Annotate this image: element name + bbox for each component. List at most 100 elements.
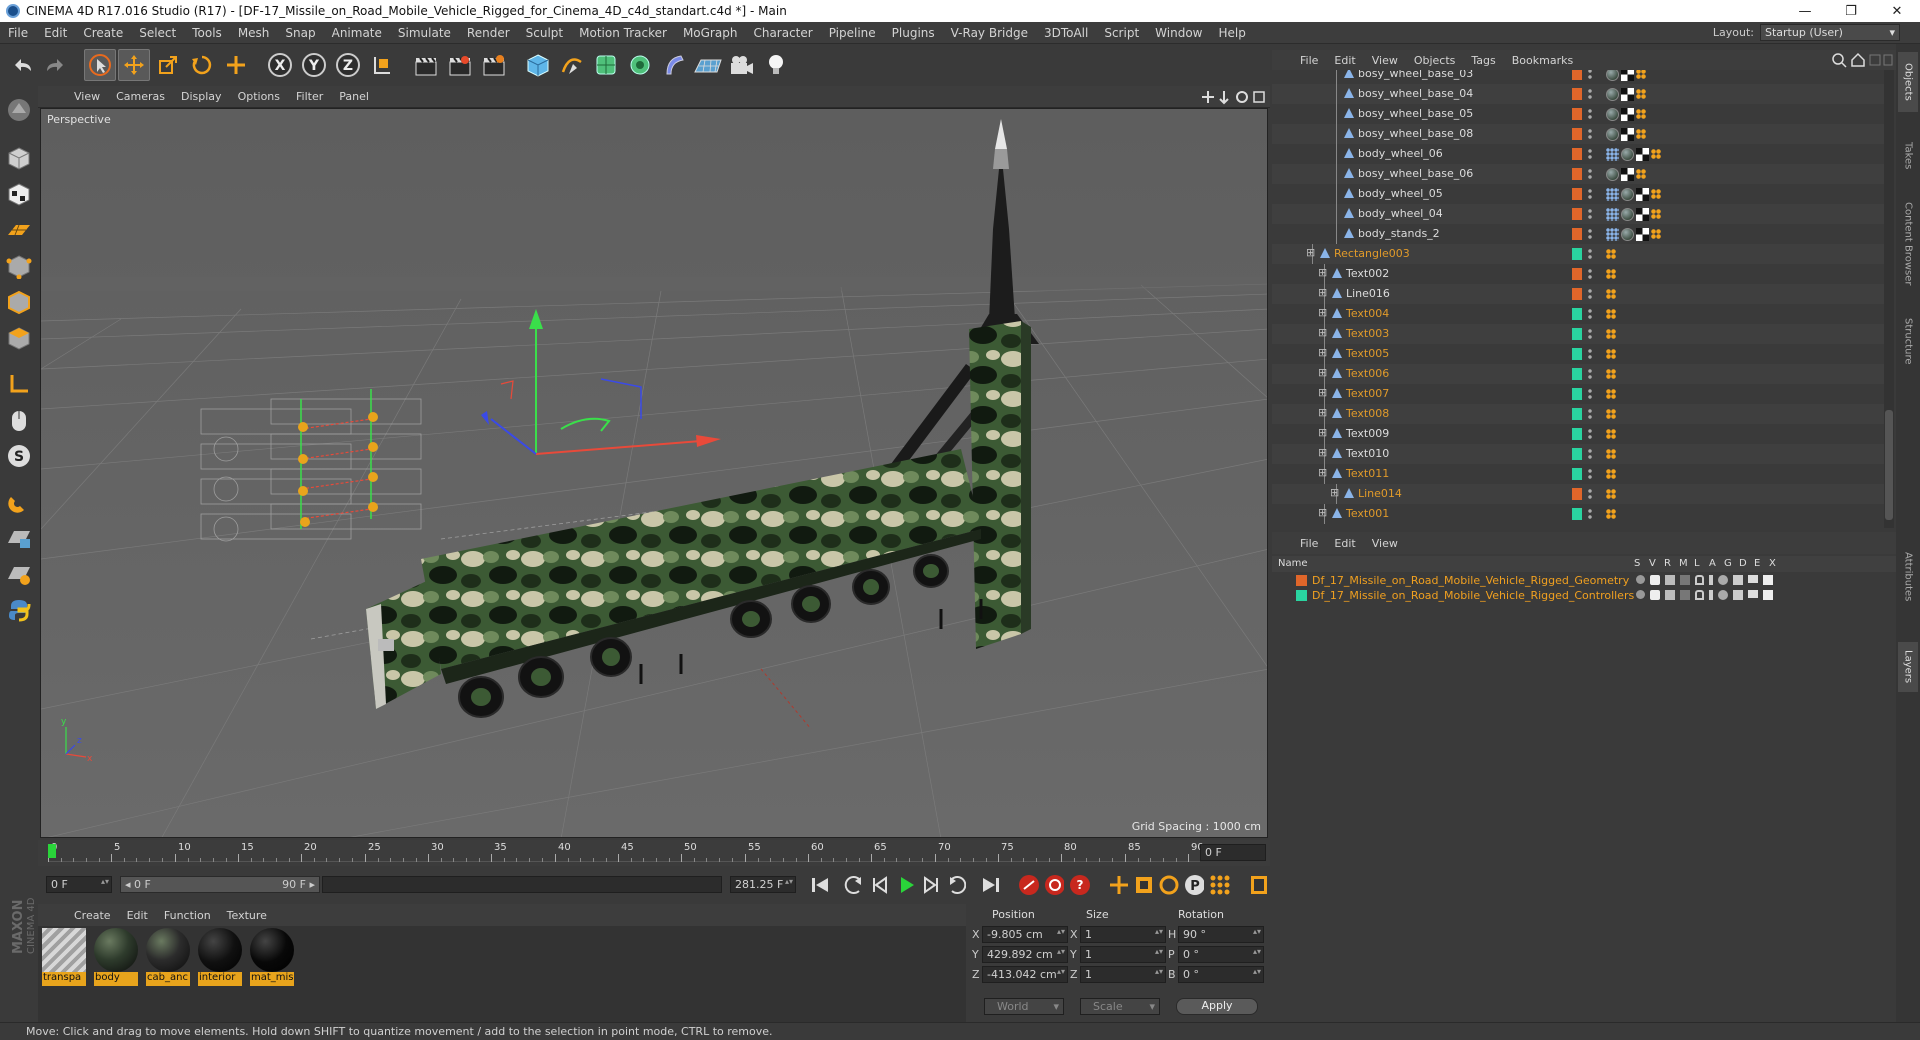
object-row[interactable]: ⊞ Rectangle003 [1272,244,1884,264]
object-menu-file[interactable]: File [1292,54,1326,67]
go-to-end-icon[interactable] [979,873,1000,897]
position-key-icon[interactable] [1107,873,1128,897]
spline-pen-button[interactable] [556,49,588,81]
object-manager-scrollbar[interactable] [1884,70,1894,528]
lock-workplane-button[interactable] [3,522,35,554]
expand-toggle-icon[interactable]: ⊞ [1318,446,1327,459]
menu-script[interactable]: Script [1096,26,1147,40]
visibility-dots-icon[interactable] [1588,428,1592,440]
layer-column-m[interactable]: M [1679,558,1688,569]
magnet-button[interactable] [3,486,35,518]
size-mode-dropdown[interactable]: Scale ▾ [1080,998,1160,1015]
object-row[interactable]: body_stands_2 [1272,224,1884,244]
timeline-window-icon[interactable] [1247,873,1268,897]
x-axis-lock-button[interactable]: X [264,49,296,81]
layer-column-d[interactable]: D [1739,558,1747,569]
menu-render[interactable]: Render [459,26,518,40]
menu-tools[interactable]: Tools [184,26,230,40]
rotation-key-icon[interactable] [1157,873,1179,897]
visibility-dots-icon[interactable] [1588,70,1592,80]
snap-button[interactable]: S [3,440,35,472]
render-to-picture-viewer-button[interactable] [444,49,476,81]
material-menu-function[interactable]: Function [156,909,219,922]
material-interior[interactable]: interior [198,928,242,986]
layer-row[interactable]: Df_17_Missile_on_Road_Mobile_Vehicle_Rig… [1272,589,1884,603]
menu-window[interactable]: Window [1147,26,1210,40]
expand-toggle-icon[interactable]: ⊞ [1318,346,1327,359]
subdivision-surface-button[interactable] [590,49,622,81]
undo-button[interactable] [6,49,38,81]
viewport-menu-cameras[interactable]: Cameras [108,90,173,103]
visibility-dots-icon[interactable] [1588,328,1592,340]
menu-motion-tracker[interactable]: Motion Tracker [571,26,675,40]
cloner-button[interactable] [624,49,656,81]
expand-toggle-icon[interactable]: ⊞ [1318,466,1327,479]
layer-column-g[interactable]: G [1724,558,1732,569]
menu-animate[interactable]: Animate [324,26,390,40]
object-row[interactable]: ⊞ Text010 [1272,444,1884,464]
material-menu-create[interactable]: Create [66,909,119,922]
last-tool-button[interactable] [220,49,252,81]
menu-create[interactable]: Create [75,26,131,40]
side-tab-structure[interactable]: Structure [1898,306,1918,376]
y-axis-lock-button[interactable]: Y [298,49,330,81]
menu-simulate[interactable]: Simulate [390,26,459,40]
side-tab-content-browser[interactable]: Content Browser [1898,194,1918,294]
coordinate-system-button[interactable] [366,49,398,81]
object-row[interactable]: ⊞ Text009 [1272,424,1884,444]
object-row[interactable]: ⊞ Text004 [1272,304,1884,324]
menu-mesh[interactable]: Mesh [230,26,278,40]
side-tab-objects[interactable]: Objects [1898,52,1918,112]
frame-range-slider[interactable]: ◂ 0 F 90 F ▸ [120,876,320,893]
viewport-menu-view[interactable]: View [66,90,108,103]
side-tab-layers[interactable]: Layers [1898,642,1918,692]
make-editable-button[interactable] [3,94,35,126]
visibility-dots-icon[interactable] [1588,368,1592,380]
polygons-mode-button[interactable] [3,322,35,354]
layer-column-l[interactable]: L [1694,558,1700,569]
object-row[interactable]: ⊞ Text007 [1272,384,1884,404]
layer-color-swatch[interactable] [1296,590,1307,601]
side-tab-takes[interactable]: Takes [1898,136,1918,176]
layer-color-swatch[interactable] [1296,575,1307,586]
visibility-dots-icon[interactable] [1588,468,1592,480]
camera-button[interactable] [726,49,758,81]
viewport-menu-display[interactable]: Display [173,90,230,103]
redo-button[interactable] [40,49,72,81]
rotate-tool-button[interactable] [186,49,218,81]
tweak-mode-button[interactable] [3,404,35,436]
viewport-menu-filter[interactable]: Filter [288,90,331,103]
material-menu-edit[interactable]: Edit [119,909,156,922]
move-tool-button[interactable] [118,49,150,81]
points-mode-button[interactable] [3,250,35,282]
position-x-field[interactable]: -9.805 cm [982,926,1068,943]
object-menu-edit[interactable]: Edit [1326,54,1363,67]
object-row[interactable]: ⊞ Line016 [1272,284,1884,304]
apply-button[interactable]: Apply [1176,998,1258,1015]
layer-row[interactable]: Df_17_Missile_on_Road_Mobile_Vehicle_Rig… [1272,574,1884,588]
edges-mode-button[interactable] [3,286,35,318]
expand-toggle-icon[interactable]: ⊞ [1318,426,1327,439]
record-icon[interactable] [1017,873,1039,897]
visibility-dots-icon[interactable] [1588,188,1592,200]
visibility-dots-icon[interactable] [1588,168,1592,180]
visibility-dots-icon[interactable] [1588,108,1592,120]
visibility-dots-icon[interactable] [1588,388,1592,400]
menu-sculpt[interactable]: Sculpt [518,26,571,40]
layer-flag-icons[interactable] [1636,590,1773,600]
visibility-dots-icon[interactable] [1588,208,1592,220]
object-menu-tags[interactable]: Tags [1463,54,1503,67]
close-button[interactable]: ✕ [1874,4,1920,19]
keyframe-selection-icon[interactable]: ? [1068,873,1090,897]
current-frame-field[interactable]: 0 F [46,876,112,893]
menu-file[interactable]: File [0,26,36,40]
visibility-dots-icon[interactable] [1588,228,1592,240]
material-cab_anc[interactable]: cab_anc [146,928,190,986]
menu-3dtoall[interactable]: 3DToAll [1036,26,1096,40]
go-to-start-icon[interactable] [808,873,829,897]
expand-toggle-icon[interactable]: ⊞ [1318,286,1327,299]
size-x-field[interactable]: 1 [1080,926,1166,943]
object-row[interactable]: ⊞ Line014 [1272,484,1884,504]
workplane-button[interactable] [3,214,35,246]
position-y-field[interactable]: 429.892 cm [982,946,1068,963]
